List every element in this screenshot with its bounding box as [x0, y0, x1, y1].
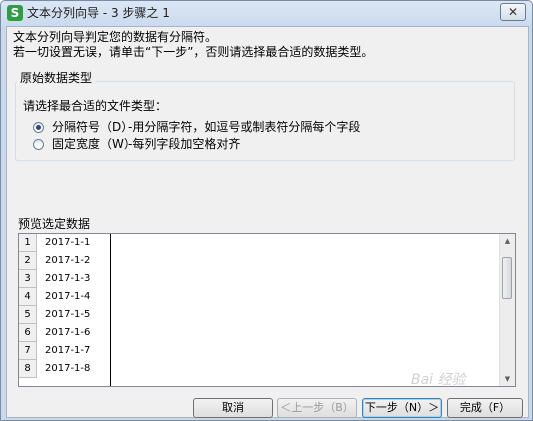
row-number: 1: [19, 234, 37, 252]
intro-line-1: 文本分列向导判定您的数据有分隔符。: [13, 30, 218, 44]
row-value: 2017-1-5: [45, 309, 91, 320]
back-button[interactable]: ＜上一步（B）: [277, 398, 357, 418]
row-number: 6: [19, 324, 37, 342]
radio-delimited-row[interactable]: 分隔符号（D） -用分隔字符，如逗号或制表符分隔每个字段: [33, 120, 360, 135]
preview-row: 5 2017-1-5: [19, 306, 499, 324]
preview-row: 2 2017-1-2: [19, 252, 499, 270]
row-number: 8: [19, 360, 37, 378]
data-preview-pane[interactable]: 1 2017-1-1 2 2017-1-2 3 2017-1-3 4 2017-…: [18, 233, 516, 387]
dialog-title: 文本分列向导 - 3 步骤之 1: [27, 6, 170, 20]
row-value: 2017-1-4: [45, 291, 91, 302]
row-number: 4: [19, 288, 37, 306]
preview-row: 3 2017-1-3: [19, 270, 499, 288]
dialog-body: 文本分列向导判定您的数据有分隔符。 若一切设置无误，请单击“下一步”，否则请选择…: [6, 26, 529, 418]
radio-fixed-width-description: -每列字段加空格对齐: [128, 137, 241, 151]
radio-fixed-width-label[interactable]: 固定宽度（W）: [52, 137, 136, 152]
radio-delimited-description: -用分隔字符，如逗号或制表符分隔每个字段: [128, 120, 361, 134]
row-value: 2017-1-6: [45, 327, 91, 338]
preview-row: 1 2017-1-1: [19, 234, 499, 252]
row-number: 7: [19, 342, 37, 360]
original-data-type-title: 原始数据类型: [17, 71, 96, 86]
radio-fixed-width-row[interactable]: 固定宽度（W） -每列字段加空格对齐: [33, 137, 240, 152]
row-number: 2: [19, 252, 37, 270]
preview-row: 6 2017-1-6: [19, 324, 499, 342]
radio-delimited[interactable]: [33, 122, 44, 133]
scroll-up-arrow-icon[interactable]: ▲: [500, 234, 515, 248]
intro-line-2: 若一切设置无误，请单击“下一步”，否则请选择最合适的数据类型。: [13, 45, 374, 59]
preview-vertical-scrollbar[interactable]: ▲ ▼: [499, 234, 515, 386]
radio-fixed-width[interactable]: [33, 139, 44, 150]
title-bar[interactable]: S 文本分列向导 - 3 步骤之 1 ✕: [1, 1, 532, 26]
preview-row: 7 2017-1-7: [19, 342, 499, 360]
wps-app-icon: S: [7, 5, 23, 21]
preview-row: 4 2017-1-4: [19, 288, 499, 306]
file-type-prompt: 请选择最合适的文件类型：: [23, 99, 168, 113]
row-value: 2017-1-8: [45, 363, 91, 374]
row-number: 3: [19, 270, 37, 288]
row-value: 2017-1-1: [45, 237, 91, 248]
row-value: 2017-1-2: [45, 255, 91, 266]
column-break-line[interactable]: [110, 234, 111, 386]
finish-button[interactable]: 完成（F）: [447, 398, 523, 418]
row-number: 5: [19, 306, 37, 324]
cancel-button[interactable]: 取消: [193, 398, 273, 418]
close-button[interactable]: ✕: [500, 3, 526, 21]
radio-delimited-label[interactable]: 分隔符号（D）: [52, 120, 133, 135]
preview-row: 8 2017-1-8: [19, 360, 499, 378]
intro-text: 文本分列向导判定您的数据有分隔符。 若一切设置无误，请单击“下一步”，否则请选择…: [13, 30, 373, 60]
row-value: 2017-1-3: [45, 273, 91, 284]
text-to-columns-wizard-dialog: S 文本分列向导 - 3 步骤之 1 ✕ 文本分列向导判定您的数据有分隔符。 若…: [0, 0, 533, 421]
scroll-down-arrow-icon[interactable]: ▼: [500, 372, 515, 386]
row-value: 2017-1-7: [45, 345, 91, 356]
preview-title: 预览选定数据: [18, 217, 91, 231]
next-button[interactable]: 下一步（N）＞: [362, 398, 442, 418]
scroll-thumb[interactable]: [502, 257, 512, 299]
